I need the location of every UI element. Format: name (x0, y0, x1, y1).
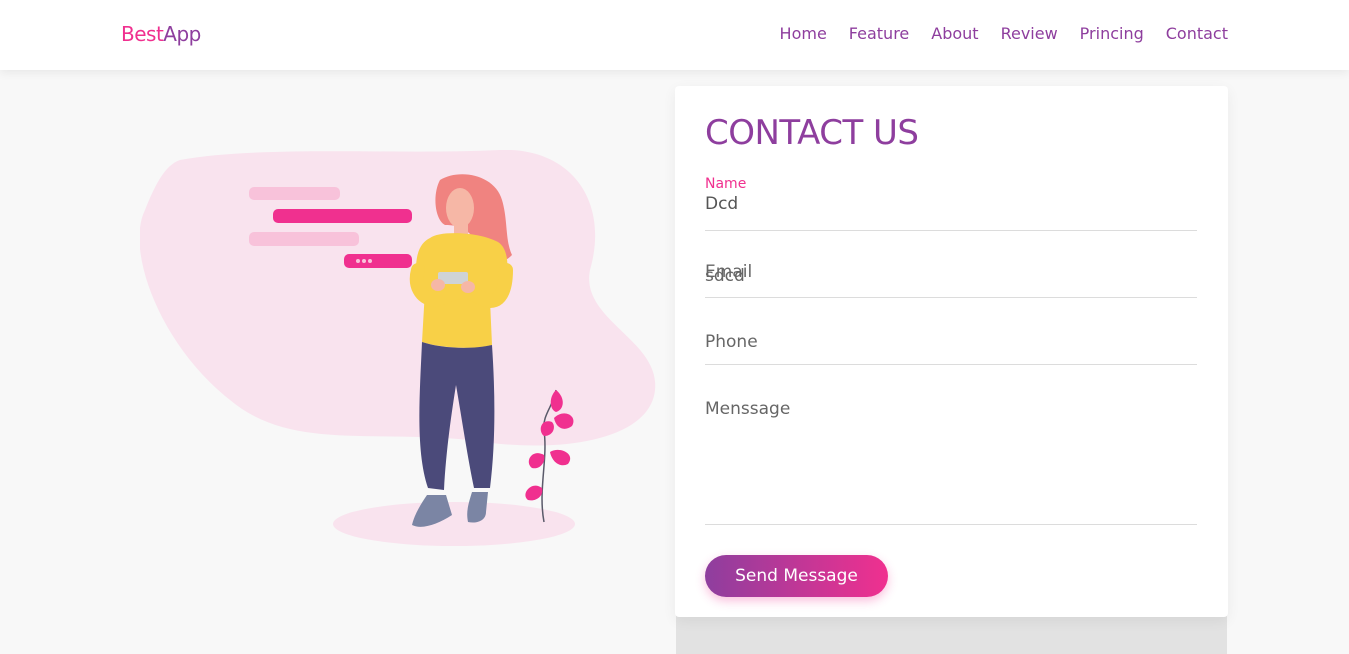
brand-part-2: App (163, 22, 201, 46)
nav-pricing[interactable]: Princing (1080, 24, 1144, 43)
hand-left (431, 279, 445, 291)
hand-right (461, 281, 475, 293)
send-message-button[interactable]: Send Message (705, 555, 888, 597)
chat-bubble-1 (249, 187, 340, 200)
nav-review[interactable]: Review (1001, 24, 1058, 43)
typing-dot-2 (362, 259, 366, 263)
contact-card: CONTACT US Name Dcd Email sdcd Phone Men… (675, 86, 1228, 617)
message-input[interactable]: Menssage (705, 399, 1197, 419)
phone-input[interactable]: Phone (705, 332, 1197, 352)
typing-dot-3 (368, 259, 372, 263)
chat-bubble-2 (273, 209, 412, 223)
page-title: CONTACT US (705, 113, 919, 153)
nav-about[interactable]: About (931, 24, 978, 43)
ground-ellipse (333, 502, 575, 546)
face (446, 188, 474, 228)
background-blob (140, 150, 656, 446)
message-field[interactable]: Menssage (705, 399, 1197, 526)
contact-illustration (140, 150, 656, 546)
brand-logo[interactable]: BestApp (121, 22, 201, 46)
main-nav: Home Feature About Review Princing Conta… (780, 24, 1228, 43)
name-underline (705, 230, 1197, 231)
name-field[interactable]: Name Dcd (705, 176, 1197, 232)
message-underline (705, 524, 1197, 525)
phone-field[interactable]: Phone (705, 332, 1197, 366)
phone-underline (705, 364, 1197, 365)
nav-feature[interactable]: Feature (849, 24, 909, 43)
leaf-4 (528, 453, 545, 469)
typing-dot-1 (356, 259, 360, 263)
leaf-6 (525, 485, 543, 501)
name-input[interactable]: Dcd (705, 194, 1197, 214)
navbar: BestApp Home Feature About Review Princi… (0, 0, 1349, 70)
email-input[interactable]: sdcd (705, 266, 745, 286)
name-label: Name (705, 176, 747, 192)
nav-contact[interactable]: Contact (1166, 24, 1228, 43)
brand-part-1: Best (121, 22, 164, 46)
email-underline (705, 297, 1197, 298)
nav-home[interactable]: Home (780, 24, 827, 43)
leaf-5 (550, 449, 571, 466)
chat-bubble-4 (344, 254, 412, 268)
chat-bubble-3 (249, 232, 359, 246)
email-field[interactable]: Email sdcd (705, 262, 1197, 300)
